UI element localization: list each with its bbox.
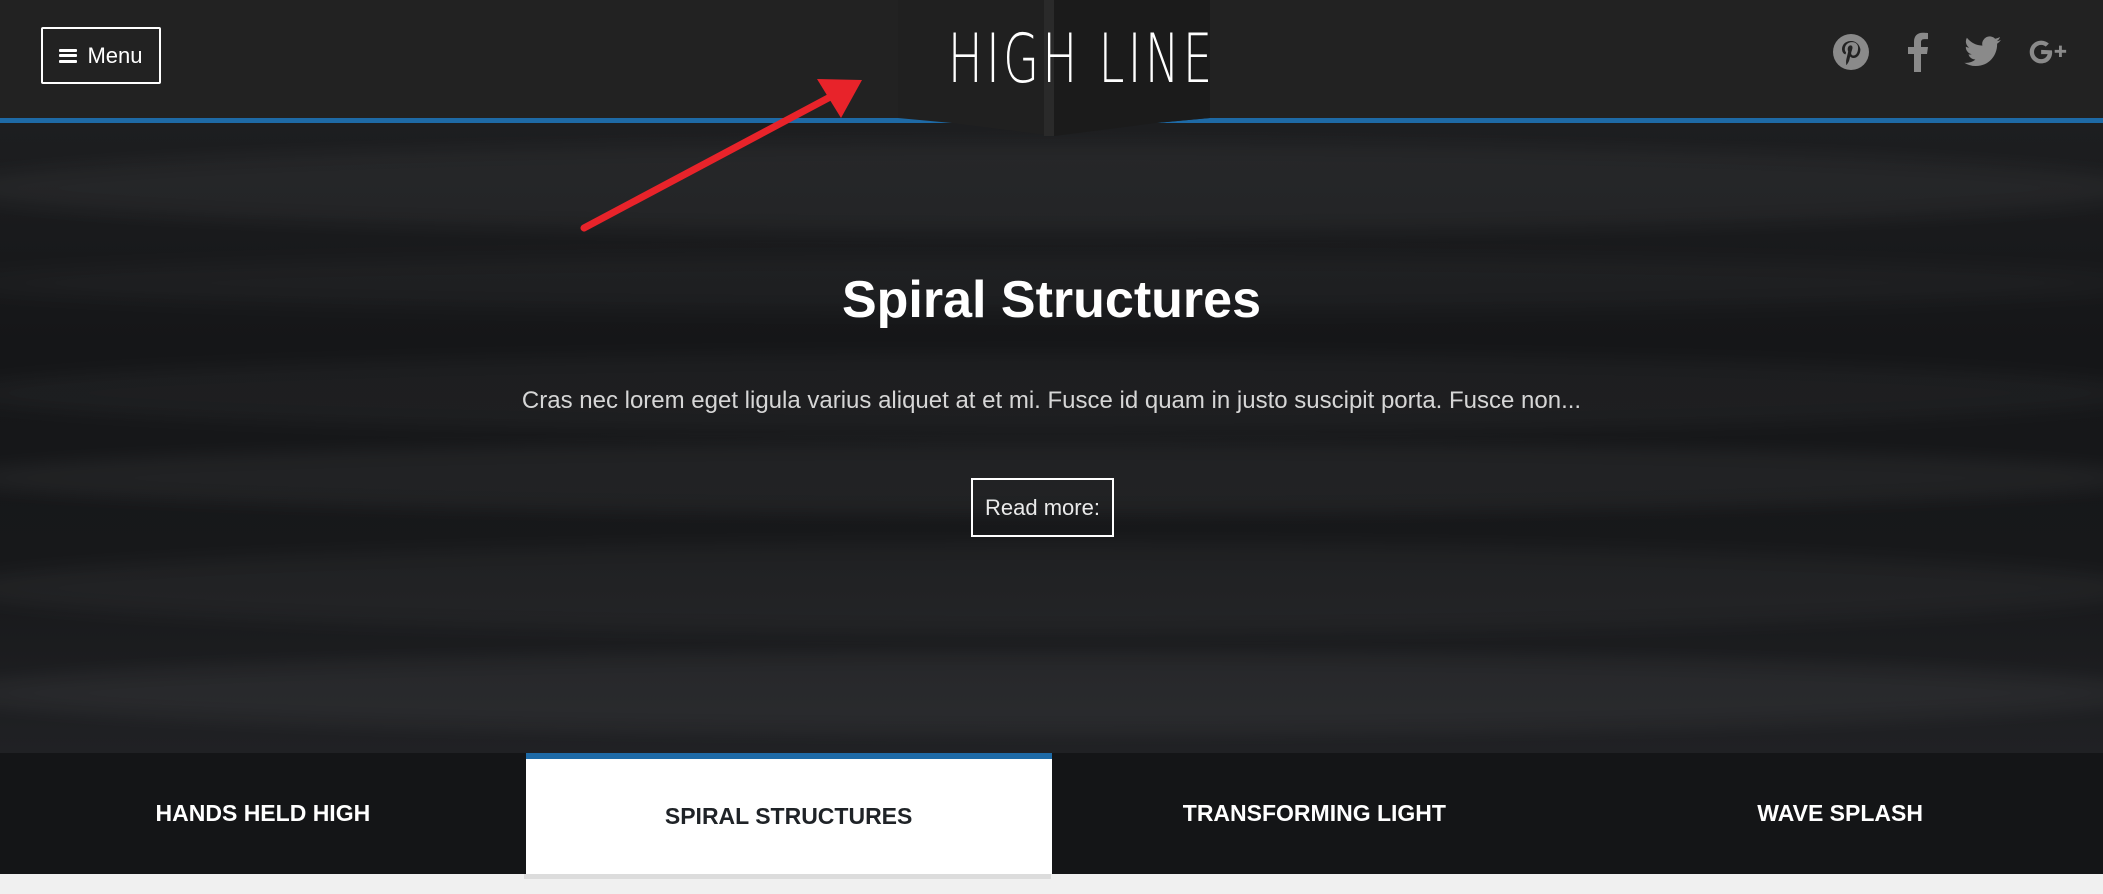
facebook-icon[interactable] xyxy=(1897,30,1937,74)
slider-tabs: Hands Held High Spiral Structures Transf… xyxy=(0,753,2103,874)
page-content-edge xyxy=(0,874,2103,894)
hero-title: Spiral Structures xyxy=(841,271,1262,329)
hero-slider: Spiral Structures Cras nec lorem eget li… xyxy=(0,123,2103,753)
tab-spiral-structures[interactable]: Spiral Structures xyxy=(525,753,1052,874)
hamburger-icon xyxy=(59,48,78,63)
pinterest-icon[interactable] xyxy=(1831,30,1871,74)
menu-label: Menu xyxy=(87,42,143,68)
twitter-icon[interactable] xyxy=(1963,30,2003,74)
tab-wave-splash[interactable]: Wave Splash xyxy=(1577,753,2103,874)
menu-button[interactable]: Menu xyxy=(41,27,161,84)
site-logo[interactable]: HIGH LINE xyxy=(898,0,1216,136)
logo-text: HIGH LINE xyxy=(947,20,1216,99)
tab-transforming-light[interactable]: Transforming Light xyxy=(1052,753,1578,874)
tab-hands-held-high[interactable]: Hands Held High xyxy=(0,753,526,874)
social-links xyxy=(1831,30,2069,74)
hero-excerpt: Cras nec lorem eget ligula varius alique… xyxy=(521,387,1582,414)
read-more-button[interactable]: Read more: xyxy=(971,478,1114,537)
google-plus-icon[interactable] xyxy=(2029,30,2069,74)
